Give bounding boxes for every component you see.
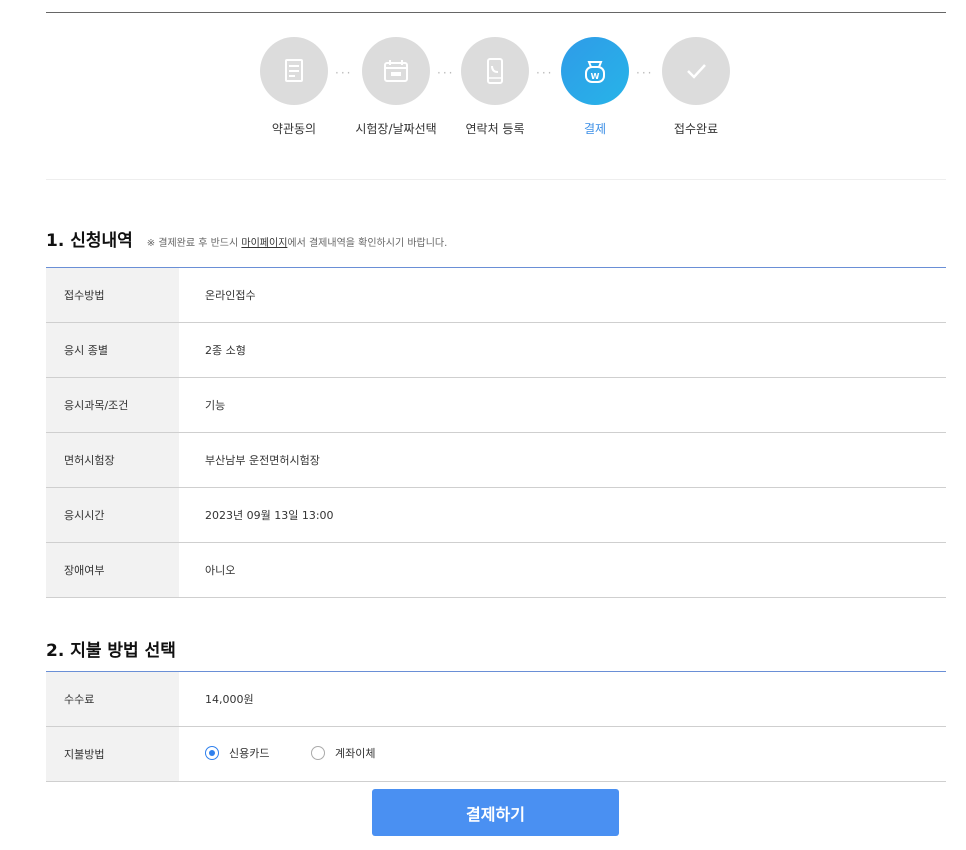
radio-unselected-icon[interactable] bbox=[310, 746, 325, 760]
payment-bag-icon: W bbox=[561, 37, 629, 105]
radio-bank-transfer[interactable]: 계좌이체 bbox=[310, 745, 376, 761]
row-label: 응시 종별 bbox=[46, 322, 179, 378]
table-row: 수수료 14,000원 bbox=[46, 671, 946, 727]
row-label: 접수방법 bbox=[46, 267, 179, 323]
section-title: 1. 신청내역 bbox=[46, 231, 133, 251]
pay-button[interactable]: 결제하기 bbox=[372, 789, 619, 836]
radio-selected-icon[interactable] bbox=[205, 746, 219, 760]
table-row: 지불방법 신용카드 계좌이체 bbox=[46, 726, 946, 782]
table-row: 응시시간 2023년 09월 13일 13:00 bbox=[46, 487, 946, 543]
section-application-details: 1. 신청내역 ※ 결제완료 후 반드시 마이페이지에서 결제내역을 확인하시기… bbox=[46, 226, 447, 251]
top-divider bbox=[46, 12, 946, 13]
row-value: 부산남부 운전면허시험장 bbox=[179, 432, 946, 488]
document-icon bbox=[260, 37, 328, 105]
section-title: 2. 지불 방법 선택 bbox=[46, 641, 176, 661]
fee-value: 14,000원 bbox=[179, 671, 946, 727]
step-label: 접수완료 bbox=[673, 122, 719, 136]
application-details-table: 접수방법 온라인접수 응시 종별 2종 소형 응시과목/조건 기능 면허시험장 부산남부… bbox=[46, 267, 946, 598]
row-label: 장애여부 bbox=[46, 542, 179, 598]
radio-credit-card[interactable]: 신용카드 bbox=[205, 745, 269, 761]
row-label: 면허시험장 bbox=[46, 432, 179, 488]
fee-label: 수수료 bbox=[46, 671, 179, 727]
radio-label: 신용카드 bbox=[229, 747, 270, 760]
row-value: 2023년 09월 13일 13:00 bbox=[179, 487, 946, 543]
step-complete: 접수완료 bbox=[636, 37, 756, 137]
row-value: 2종 소형 bbox=[179, 322, 946, 378]
checkmark-icon bbox=[662, 37, 730, 105]
section-payment-method: 2. 지불 방법 선택 bbox=[46, 636, 176, 661]
payment-options: 신용카드 계좌이체 bbox=[179, 726, 946, 782]
row-label: 응시시간 bbox=[46, 487, 179, 543]
row-value: 기능 bbox=[179, 377, 946, 433]
section-divider bbox=[46, 179, 946, 180]
notice-prefix: ※ 결제완료 후 반드시 bbox=[146, 238, 242, 249]
table-row: 면허시험장 부산남부 운전면허시험장 bbox=[46, 432, 946, 488]
table-row: 응시과목/조건 기능 bbox=[46, 377, 946, 433]
payment-method-table: 수수료 14,000원 지불방법 신용카드 계좌이체 bbox=[46, 671, 946, 782]
row-value: 온라인접수 bbox=[179, 267, 946, 323]
phone-icon bbox=[461, 37, 529, 105]
table-row: 장애여부 아니오 bbox=[46, 542, 946, 598]
table-row: 응시 종별 2종 소형 bbox=[46, 322, 946, 378]
svg-text:W: W bbox=[591, 72, 600, 81]
table-row: 접수방법 온라인접수 bbox=[46, 267, 946, 323]
notice-suffix: 에서 결제내역을 확인하시기 바랍니다. bbox=[287, 238, 448, 249]
method-label: 지불방법 bbox=[46, 726, 179, 782]
row-value: 아니오 bbox=[179, 542, 946, 598]
notice-text: ※ 결제완료 후 반드시 마이페이지에서 결제내역을 확인하시기 바랍니다. bbox=[147, 238, 448, 249]
radio-label: 계좌이체 bbox=[334, 747, 376, 760]
row-label: 응시과목/조건 bbox=[46, 377, 179, 433]
mypage-link[interactable]: 마이페이지 bbox=[241, 238, 287, 249]
calendar-icon bbox=[362, 37, 430, 105]
